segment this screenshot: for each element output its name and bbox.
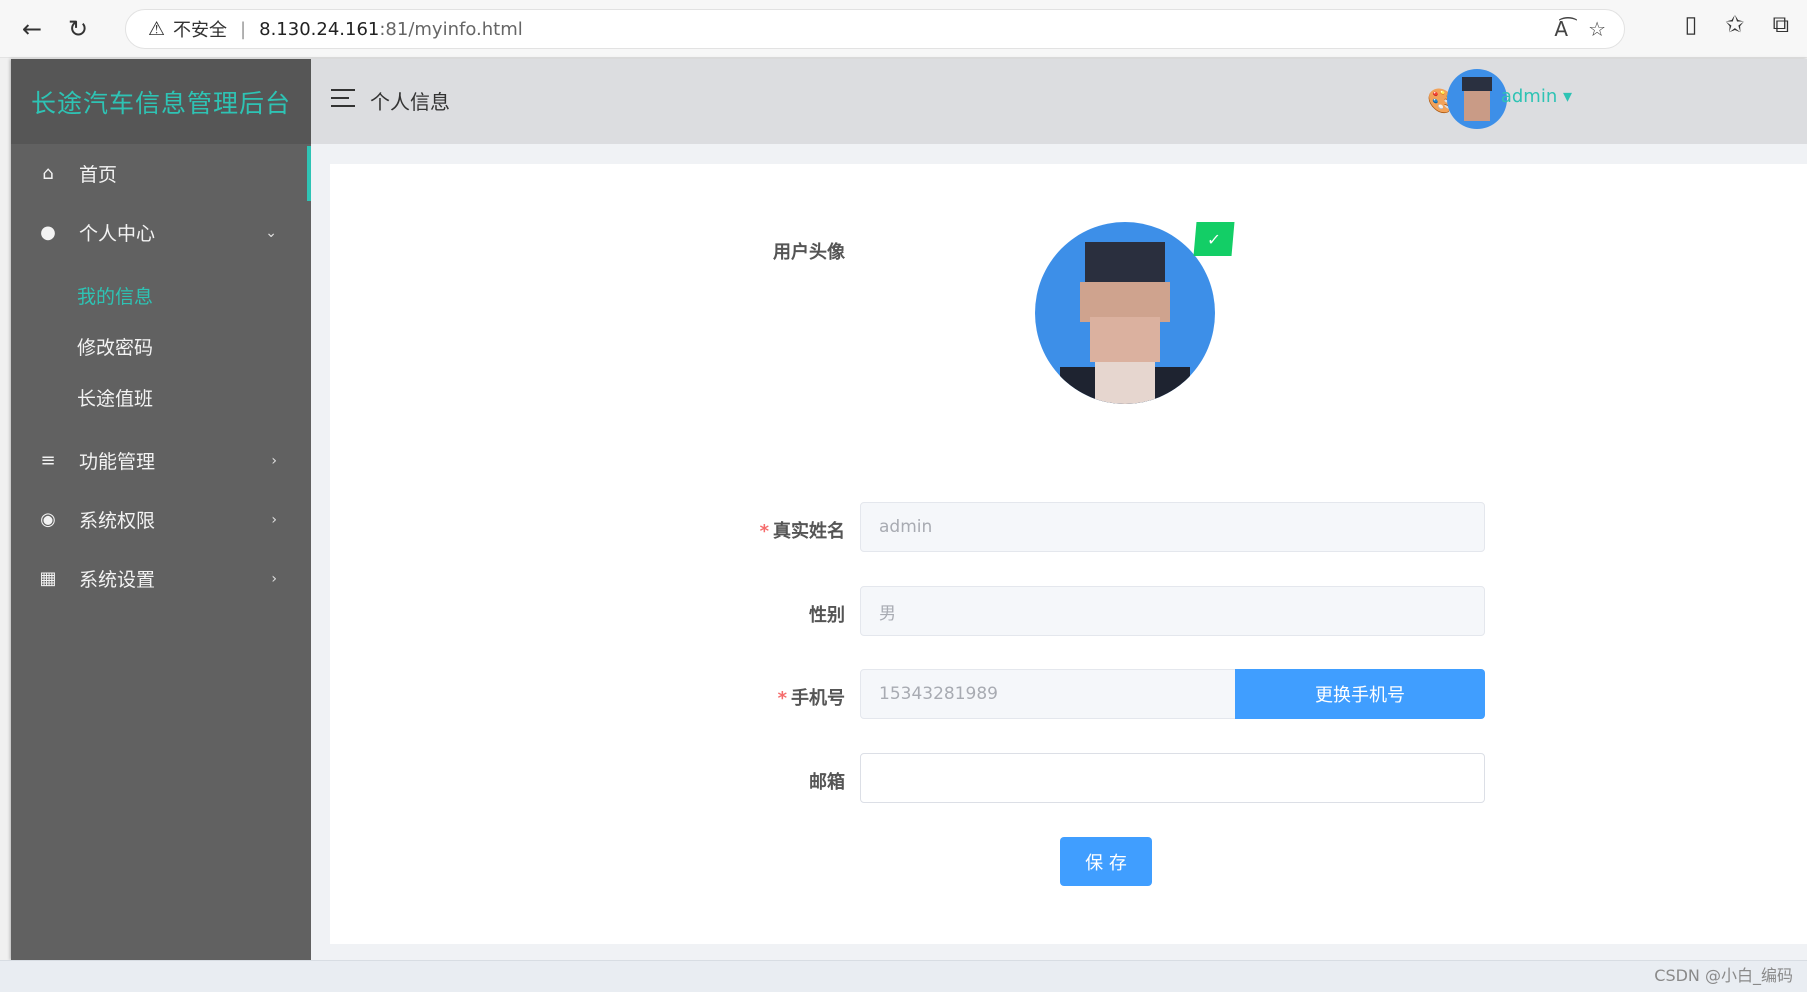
os-taskbar (0, 960, 1807, 992)
chevron-down-icon: ⌄ (265, 224, 277, 241)
sidebar-item-label: 功能管理 (79, 451, 156, 473)
address-bar[interactable]: ⚠ 不安全 | 8.130.24.161:81/myinfo.html A͡ ☆ (125, 9, 1625, 49)
header-avatar[interactable] (1447, 69, 1507, 129)
top-header: 个人信息 🎨 admin ▾ (311, 59, 1807, 144)
chevron-right-icon: › (271, 570, 277, 587)
sidebar-item-function-management[interactable]: ≡ 功能管理 › (11, 431, 311, 490)
insecure-label: 不安全 (173, 20, 228, 41)
user-circle-icon: ● (40, 222, 56, 243)
grid-icon: ▦ (39, 568, 57, 589)
user-dropdown[interactable]: admin ▾ (1501, 86, 1572, 107)
real-name-input[interactable]: admin (860, 502, 1485, 552)
phone-input[interactable]: 15343281989 (860, 669, 1236, 719)
watermark: CSDN @小白_编码 (1654, 966, 1793, 985)
upload-success-check-icon: ✓ (1193, 222, 1235, 256)
url-path: :81/myinfo.html (379, 18, 523, 40)
sidebar-item-label: 系统设置 (79, 569, 156, 591)
save-button[interactable]: 保 存 (1060, 837, 1152, 886)
browser-toolbar: ← ↻ ⚠ 不安全 | 8.130.24.161:81/myinfo.html … (0, 0, 1807, 58)
read-aloud-icon[interactable]: A͡ (1554, 17, 1568, 41)
url-host: 8.130.24.161 (259, 18, 380, 40)
avatar-label: 用户头像 (773, 242, 845, 263)
app-logo-title: 长途汽车信息管理后台 (11, 59, 311, 144)
phone-label: * 手机号 (777, 688, 845, 709)
sidebar-item-system-permission[interactable]: ◉ 系统权限 › (11, 490, 311, 549)
sidebar-menu: ⌂ 首页 ● 个人中心 ⌄ 我的信息 修改密码 长途值班 ≡ 功能管理 › ◉ … (11, 144, 311, 608)
github-icon: ◉ (40, 509, 56, 530)
collections-icon[interactable]: ⧉ (1773, 12, 1789, 38)
add-favorite-icon[interactable]: ☆ (1588, 17, 1606, 41)
warning-icon: ⚠ (148, 18, 166, 40)
chevron-right-icon: › (271, 511, 277, 528)
submenu-item-duty[interactable]: 长途值班 (11, 372, 311, 423)
chevron-right-icon: › (271, 452, 277, 469)
sidebar-item-label: 个人中心 (79, 223, 156, 245)
favorites-icon[interactable]: ✩ (1725, 12, 1744, 38)
hamburger-menu-icon[interactable] (331, 89, 355, 107)
address-separator: | (240, 18, 247, 40)
browser-actions: ▯ ✩ ⧉ (1685, 12, 1789, 38)
split-screen-icon[interactable]: ▯ (1685, 12, 1698, 38)
address-actions: A͡ ☆ (1554, 17, 1606, 41)
sidebar-item-home[interactable]: ⌂ 首页 (11, 144, 311, 203)
reload-icon[interactable]: ↻ (60, 12, 96, 46)
gender-select[interactable]: 男 (860, 586, 1485, 636)
list-icon: ≡ (40, 450, 56, 471)
home-icon: ⌂ (42, 163, 54, 184)
profile-avatar[interactable] (1035, 222, 1215, 404)
change-phone-button[interactable]: 更换手机号 (1235, 669, 1485, 719)
user-name: admin (1500, 86, 1558, 107)
back-arrow-icon[interactable]: ← (14, 12, 50, 46)
submenu-item-my-info[interactable]: 我的信息 (11, 270, 311, 321)
page-title: 个人信息 (370, 90, 450, 114)
sidebar: 长途汽车信息管理后台 ⌂ 首页 ● 个人中心 ⌄ 我的信息 修改密码 长途值班 … (11, 59, 311, 960)
submenu-item-change-password[interactable]: 修改密码 (11, 321, 311, 372)
email-input[interactable] (860, 753, 1485, 803)
sidebar-item-system-settings[interactable]: ▦ 系统设置 › (11, 549, 311, 608)
sidebar-item-label: 系统权限 (79, 510, 156, 532)
real-name-label: * 真实姓名 (759, 521, 845, 542)
sidebar-item-personal-center[interactable]: ● 个人中心 ⌄ (11, 203, 311, 262)
gender-label: 性别 (809, 605, 845, 626)
email-label: 邮箱 (809, 772, 845, 793)
sidebar-item-label: 首页 (79, 164, 118, 186)
